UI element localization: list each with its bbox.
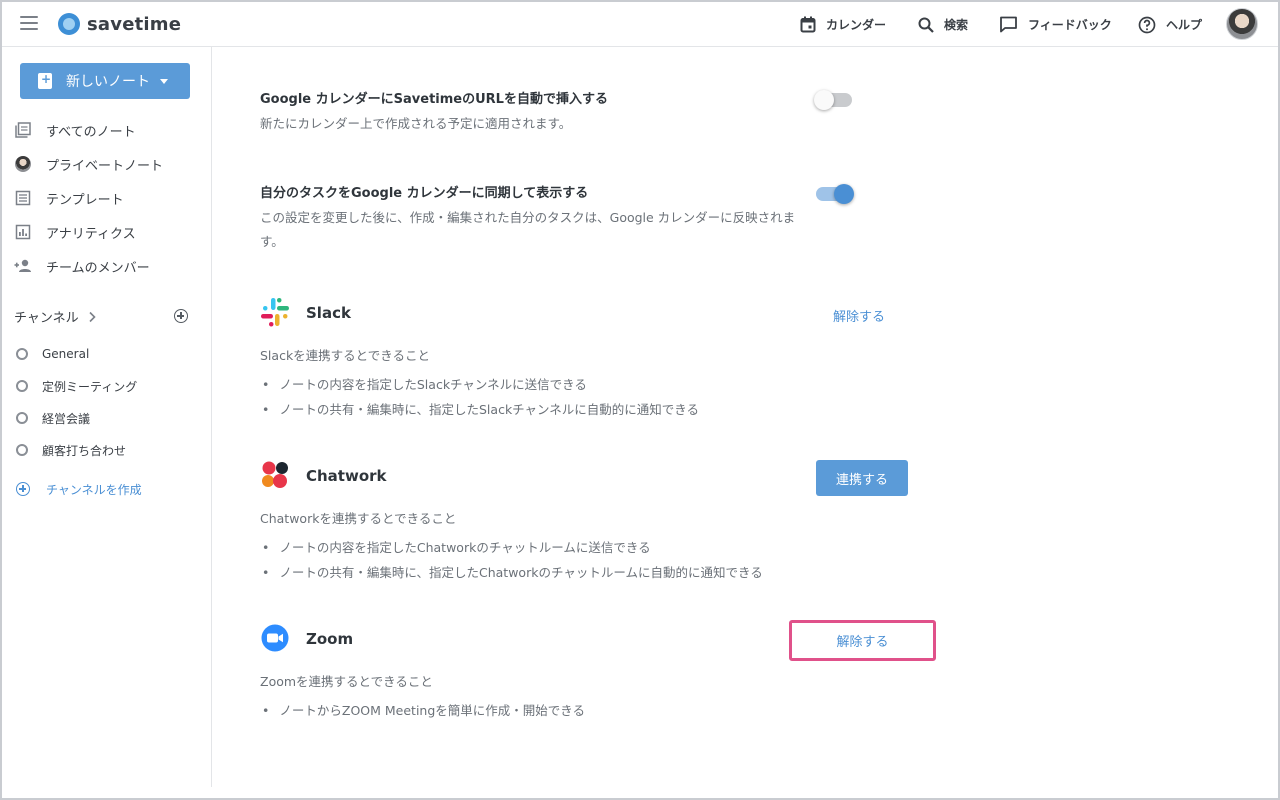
slack-disconnect-button[interactable]: 解除する — [833, 306, 885, 325]
channel-item-general[interactable]: General — [16, 344, 89, 364]
nav-calendar[interactable]: カレンダー — [800, 2, 886, 47]
channel-label: 経営会議 — [42, 411, 91, 426]
toggle-sync-tasks[interactable] — [816, 184, 854, 204]
chatwork-feature-item: ノートの共有・編集時に、指定したChatworkのチャットルームに自動的に通知で… — [262, 562, 762, 581]
sidebar-item-analytics[interactable]: アナリティクス — [14, 221, 136, 243]
private-notes-icon-wrap — [14, 155, 32, 173]
channel-circle-icon — [16, 412, 28, 424]
setting-title: Google カレンダーにSavetimeのURLを自動で挿入する — [260, 92, 608, 107]
logo[interactable]: savetime — [58, 12, 181, 36]
sidebar-item-label: アナリティクス — [46, 226, 136, 242]
zoom-name: Zoom — [306, 630, 354, 648]
user-avatar[interactable] — [1226, 8, 1258, 40]
nav-help-label: ヘルプ — [1166, 18, 1203, 32]
template-icon — [14, 189, 32, 207]
setting-description: 新たにカレンダー上で作成される予定に適用されます。 — [260, 116, 572, 131]
channel-label: 顧客打ち合わせ — [42, 443, 127, 458]
chatwork-subtitle: Chatworkを連携するとできること — [260, 511, 457, 526]
sidebar-item-label: チームのメンバー — [46, 260, 150, 276]
slack-name: Slack — [306, 304, 351, 322]
sidebar: 新しいノート すべてのノート プライベートノート テンプレート アナリティクス … — [2, 47, 212, 787]
nav-search[interactable]: 検索 — [918, 2, 968, 47]
slack-subtitle: Slackを連携するとできること — [260, 348, 431, 363]
nav-calendar-label: カレンダー — [826, 18, 887, 32]
chatwork-feature-item: ノートの内容を指定したChatworkのチャットルームに送信できる — [262, 537, 650, 556]
zoom-logo-icon — [261, 624, 289, 652]
slack-feature-item: ノートの共有・編集時に、指定したSlackチャンネルに自動的に通知できる — [262, 399, 699, 418]
channel-item-regular-meeting[interactable]: 定例ミーティング — [16, 376, 137, 396]
add-circle-icon — [16, 482, 30, 496]
new-note-label: 新しいノート — [66, 74, 150, 90]
channel-heading[interactable]: チャンネル — [14, 307, 97, 326]
slack-logo-icon — [261, 298, 289, 327]
zoom-disconnect-label: 解除する — [836, 635, 889, 650]
new-document-icon — [38, 72, 52, 89]
nav-feedback[interactable]: フィードバック — [999, 2, 1112, 47]
help-icon — [1138, 16, 1156, 33]
feedback-icon — [1000, 16, 1017, 33]
search-icon — [918, 17, 934, 33]
chatwork-name: Chatwork — [306, 467, 387, 485]
channel-label: 定例ミーティング — [42, 379, 138, 394]
chevron-right-icon — [89, 311, 96, 322]
calendar-icon — [800, 16, 816, 33]
avatar — [15, 156, 31, 172]
zoom-feature-item: ノートからZOOM Meetingを簡単に作成・開始できる — [262, 700, 585, 719]
nav-feedback-label: フィードバック — [1028, 18, 1112, 32]
hamburger-menu-icon[interactable] — [20, 16, 38, 30]
savetime-logo-icon — [58, 13, 80, 35]
notes-icon — [14, 121, 32, 139]
toggle-insert-url[interactable] — [814, 90, 852, 110]
zoom-subtitle: Zoomを連携するとできること — [260, 674, 433, 689]
channel-label: General — [42, 347, 90, 361]
nav-search-label: 検索 — [944, 18, 969, 32]
analytics-icon — [14, 223, 32, 241]
toggle-knob — [834, 184, 854, 204]
channel-circle-icon — [16, 444, 28, 456]
new-note-button[interactable]: 新しいノート — [20, 63, 190, 99]
logo-text: savetime — [87, 13, 182, 35]
create-channel-button[interactable]: チャンネルを作成 — [16, 479, 142, 499]
sidebar-item-private-notes[interactable]: プライベートノート — [14, 153, 163, 175]
sidebar-item-all-notes[interactable]: すべてのノート — [14, 119, 136, 141]
chatwork-logo-icon — [262, 461, 288, 488]
sidebar-item-label: すべてのノート — [46, 124, 136, 140]
zoom-disconnect-button[interactable]: 解除する — [789, 620, 936, 661]
create-channel-label: チャンネルを作成 — [46, 482, 142, 497]
top-header: savetime カレンダー 検索 フィードバック ヘルプ — [2, 2, 1278, 47]
sidebar-item-label: プライベートノート — [46, 158, 164, 174]
channel-circle-icon — [16, 380, 28, 392]
toggle-knob — [814, 90, 834, 110]
caret-down-icon — [160, 78, 168, 84]
chatwork-connect-button[interactable]: 連携する — [816, 460, 908, 496]
sidebar-item-team-members[interactable]: チームのメンバー — [14, 255, 150, 277]
channel-item-client-meeting[interactable]: 顧客打ち合わせ — [16, 440, 126, 460]
add-channel-icon[interactable] — [174, 309, 188, 323]
add-member-icon — [14, 257, 32, 275]
channel-item-management-meeting[interactable]: 経営会議 — [16, 408, 90, 428]
nav-help[interactable]: ヘルプ — [1138, 2, 1202, 47]
setting-description: この設定を変更した後に、作成・編集された自分のタスクは、Google カレンダー… — [260, 210, 796, 249]
slack-feature-item: ノートの内容を指定したSlackチャンネルに送信できる — [262, 374, 587, 393]
setting-title: 自分のタスクをGoogle カレンダーに同期して表示する — [260, 186, 589, 201]
sidebar-item-templates[interactable]: テンプレート — [14, 187, 124, 209]
sidebar-item-label: テンプレート — [46, 192, 124, 208]
channel-heading-label: チャンネル — [14, 311, 79, 326]
channel-circle-icon — [16, 348, 28, 360]
